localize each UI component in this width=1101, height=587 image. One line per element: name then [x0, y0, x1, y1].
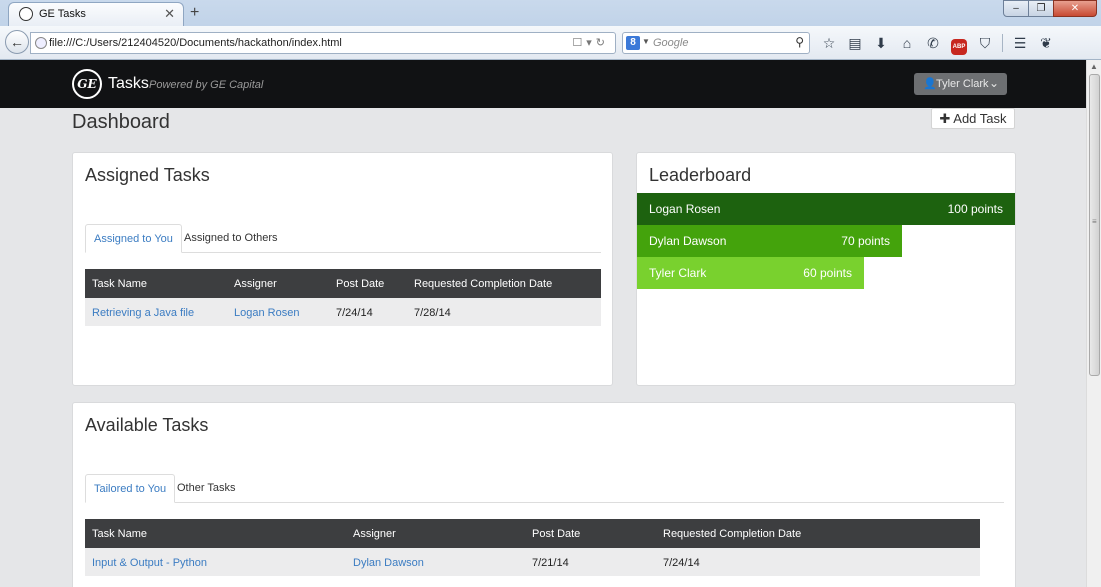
- browser-toolbar-icons: ☆ ▤ ⬇ ⌂ ✆ ABP ⛉ ☰ ❦: [816, 33, 1059, 55]
- tab-close-icon[interactable]: ✕: [164, 6, 175, 22]
- completion-date: 7/28/14: [414, 307, 451, 319]
- url-text: file:///C:/Users/212404520/Documents/hac…: [49, 37, 342, 49]
- column-header: Requested Completion Date: [663, 528, 802, 540]
- ge-favicon-icon: [19, 7, 33, 21]
- grip-icon: ≡: [1092, 217, 1097, 226]
- reading-list-icon[interactable]: ▤: [842, 33, 868, 53]
- scroll-thumb[interactable]: ≡: [1089, 74, 1100, 376]
- column-header: Post Date: [336, 278, 385, 290]
- task-name-link[interactable]: Retrieving a Java file: [92, 307, 194, 319]
- leaderboard-title: Leaderboard: [649, 165, 752, 185]
- task-name-link[interactable]: Input & Output - Python: [92, 557, 207, 569]
- leaderboard-row: Logan Rosen 100 points: [637, 193, 1015, 225]
- column-header: Post Date: [532, 528, 581, 540]
- leaderboard-name: Tyler Clark: [649, 266, 707, 280]
- phone-icon[interactable]: ✆: [920, 33, 946, 53]
- page-scrollbar[interactable]: ▲ ≡: [1086, 60, 1101, 587]
- assigned-tabs: Assigned to You Assigned to Others: [85, 224, 601, 253]
- column-header: Task Name: [92, 528, 148, 540]
- leaderboard-card: Leaderboard Logan Rosen 100 points Dylan…: [636, 152, 1016, 386]
- scroll-up-arrow-icon[interactable]: ▲: [1087, 60, 1101, 74]
- chevron-down-icon: ⌄: [988, 76, 999, 90]
- browser-tab[interactable]: GE Tasks ✕: [8, 2, 184, 26]
- browser-chrome: GE Tasks ✕ + ‒ ❐ ✕ ← file:///C:/Users/21…: [0, 0, 1101, 60]
- url-bar[interactable]: file:///C:/Users/212404520/Documents/hac…: [30, 32, 616, 54]
- assigned-tasks-table: Task Name Assigner Post Date Requested C…: [85, 269, 601, 326]
- maximize-button[interactable]: ❐: [1028, 0, 1054, 17]
- table-row: Input & Output - Python Dylan Dawson 7/2…: [85, 548, 980, 576]
- toolbar-divider: [1002, 34, 1003, 52]
- assigner-link[interactable]: Dylan Dawson: [353, 557, 424, 569]
- download-icon[interactable]: ⬇: [868, 33, 894, 53]
- completion-date: 7/24/14: [663, 557, 700, 569]
- back-button[interactable]: ←: [5, 30, 29, 54]
- leaderboard-name: Dylan Dawson: [649, 234, 727, 248]
- search-input[interactable]: Google: [653, 37, 688, 49]
- ge-logo[interactable]: GE: [72, 69, 102, 99]
- window-controls: ‒ ❐ ✕: [1003, 0, 1097, 18]
- tab-tailored-to-you[interactable]: Tailored to You: [85, 474, 176, 503]
- leaderboard-row: Dylan Dawson 70 points: [637, 225, 902, 257]
- menu-icon[interactable]: ☰: [1007, 33, 1033, 53]
- app-subtitle: Powered by GE Capital: [149, 79, 264, 91]
- available-tasks-title: Available Tasks: [85, 415, 209, 435]
- leaderboard-points: 70 points: [841, 234, 890, 248]
- plus-icon: ✚: [939, 111, 951, 126]
- post-date: 7/21/14: [532, 557, 569, 569]
- column-header: Task Name: [92, 278, 148, 290]
- table-header: Task Name Assigner Post Date Requested C…: [85, 519, 980, 548]
- app-header: GE Tasks Powered by GE Capital 👤 Tyler C…: [0, 60, 1086, 108]
- page-viewport: GE Tasks Powered by GE Capital 👤 Tyler C…: [0, 60, 1086, 587]
- search-icon[interactable]: ⚲: [795, 35, 804, 49]
- globe-icon: [35, 37, 47, 49]
- close-window-button[interactable]: ✕: [1053, 0, 1097, 17]
- tab-assigned-to-others[interactable]: Assigned to Others: [176, 224, 286, 253]
- column-header: Requested Completion Date: [414, 278, 553, 290]
- firebug-icon[interactable]: ❦: [1033, 33, 1059, 53]
- leaderboard-name: Logan Rosen: [649, 202, 721, 216]
- search-bar[interactable]: 8 ▼ Google ⚲: [622, 32, 810, 54]
- leaderboard-list: Logan Rosen 100 points Dylan Dawson 70 p…: [637, 193, 1015, 293]
- tab-assigned-to-you[interactable]: Assigned to You: [85, 224, 182, 253]
- leaderboard-points: 100 points: [947, 202, 1003, 216]
- page-title: Dashboard: [72, 111, 170, 133]
- table-row: Retrieving a Java file Logan Rosen 7/24/…: [85, 298, 601, 326]
- app-title[interactable]: Tasks: [108, 75, 149, 93]
- assigned-tasks-card: Assigned Tasks Assigned to You Assigned …: [72, 152, 613, 386]
- add-task-label: Add Task: [953, 111, 1007, 126]
- tab-title: GE Tasks: [39, 8, 86, 20]
- available-tabs: Tailored to You Other Tasks: [85, 474, 1004, 503]
- post-date: 7/24/14: [336, 307, 373, 319]
- tab-strip: GE Tasks ✕ + ‒ ❐ ✕: [0, 0, 1101, 26]
- add-task-button[interactable]: ✚ Add Task: [931, 108, 1015, 129]
- leaderboard-points: 60 points: [803, 266, 852, 280]
- google-engine-icon[interactable]: 8: [626, 36, 640, 50]
- minimize-button[interactable]: ‒: [1003, 0, 1029, 17]
- table-header: Task Name Assigner Post Date Requested C…: [85, 269, 601, 298]
- reload-icon[interactable]: ☐▾↻: [572, 36, 609, 49]
- user-menu-button[interactable]: 👤 Tyler Clark ⌄: [914, 73, 1007, 95]
- user-icon: 👤: [923, 78, 937, 90]
- navigation-toolbar: ← file:///C:/Users/212404520/Documents/h…: [0, 26, 1101, 60]
- column-header: Assigner: [234, 278, 277, 290]
- available-tasks-table: Task Name Assigner Post Date Requested C…: [85, 519, 980, 576]
- tab-other-tasks[interactable]: Other Tasks: [169, 474, 244, 503]
- adblock-icon[interactable]: ABP: [946, 33, 972, 55]
- column-header: Assigner: [353, 528, 396, 540]
- pocket-icon[interactable]: ⛉: [972, 33, 998, 53]
- leaderboard-row: Tyler Clark 60 points: [637, 257, 864, 289]
- assigned-tasks-title: Assigned Tasks: [85, 165, 210, 185]
- available-tasks-card: Available Tasks Tailored to You Other Ta…: [72, 402, 1016, 587]
- home-icon[interactable]: ⌂: [894, 33, 920, 53]
- chevron-down-icon[interactable]: ▼: [642, 37, 650, 46]
- star-icon[interactable]: ☆: [816, 33, 842, 53]
- assigner-link[interactable]: Logan Rosen: [234, 307, 299, 319]
- new-tab-button[interactable]: +: [190, 4, 199, 22]
- user-name: Tyler Clark: [936, 78, 989, 90]
